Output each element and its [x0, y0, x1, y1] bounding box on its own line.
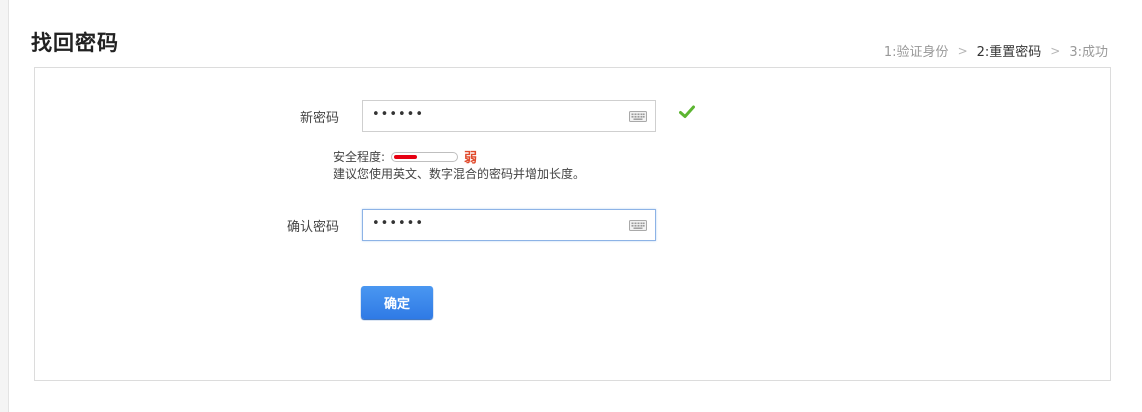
- new-password-value: ••••••: [372, 107, 425, 122]
- confirm-password-label: 确认密码: [286, 220, 339, 235]
- step-reset-password: 2:重置密码: [976, 45, 1042, 60]
- chevron-right-icon: >: [1050, 43, 1061, 58]
- confirm-password-value: ••••••: [372, 216, 425, 231]
- strength-bar: [391, 151, 459, 162]
- chevron-right-icon: >: [957, 43, 968, 58]
- new-password-label: 新密码: [299, 111, 339, 126]
- step-success: 3:成功: [1069, 45, 1108, 60]
- keyboard-icon[interactable]: [629, 111, 647, 122]
- confirm-button[interactable]: 确定: [361, 286, 433, 319]
- password-hint: 建议您使用英文、数字混合的密码并增加长度。: [333, 167, 586, 181]
- keyboard-icon[interactable]: [629, 220, 647, 231]
- confirm-password-field[interactable]: ••••••: [362, 209, 656, 241]
- page-left-rule: [0, 0, 9, 412]
- step-verify-identity: 1:验证身份: [883, 45, 949, 60]
- password-strength: 安全程度: 弱: [333, 147, 477, 166]
- new-password-field[interactable]: ••••••: [362, 100, 656, 132]
- strength-bar-fill: [394, 154, 417, 159]
- step-breadcrumb: 1:验证身份 > 2:重置密码 > 3:成功: [883, 41, 1108, 61]
- page-title: 找回密码: [31, 31, 119, 55]
- check-icon: [679, 105, 695, 118]
- strength-label: 安全程度:: [333, 150, 386, 164]
- strength-level: 弱: [464, 151, 478, 166]
